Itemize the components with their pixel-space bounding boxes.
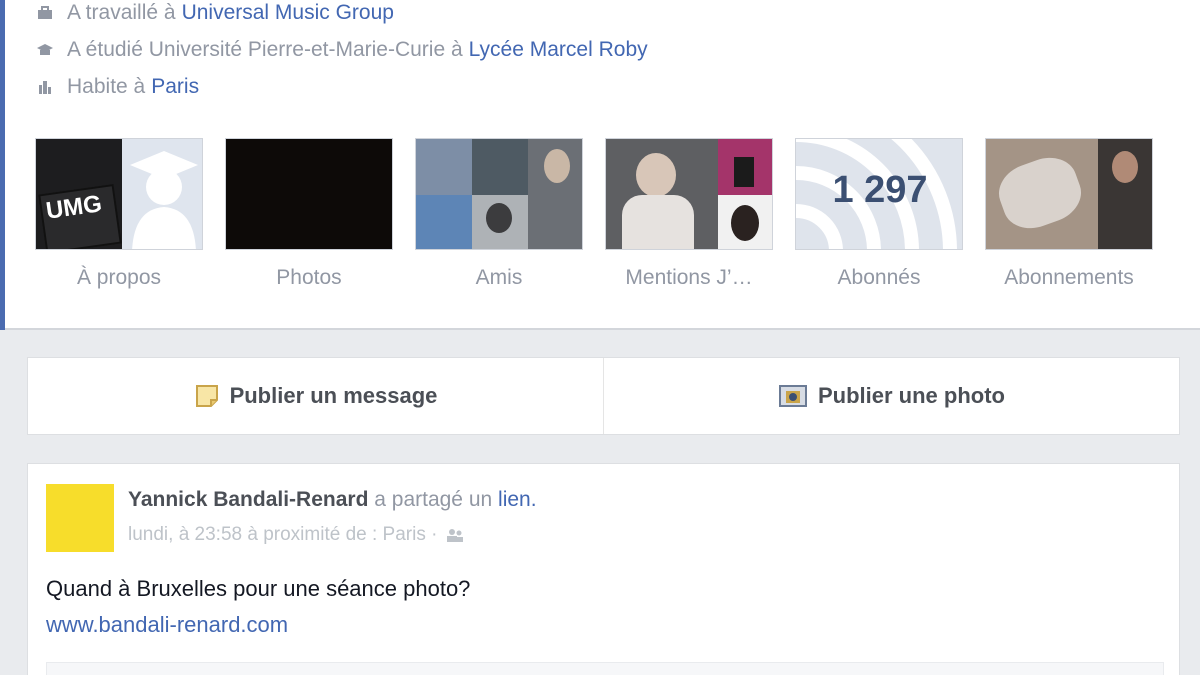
briefcase-icon <box>35 3 55 23</box>
audience-icon[interactable] <box>445 527 465 543</box>
photos-thumbnail <box>225 138 393 250</box>
tile-label: Abonnements <box>1004 266 1134 289</box>
home-icon <box>35 77 55 97</box>
info-location-link[interactable]: Paris <box>151 75 199 99</box>
tile-friends[interactable]: Amis <box>415 138 583 290</box>
feed-post: Yannick Bandali-Renard a partagé un lien… <box>27 463 1180 675</box>
graduation-cap-icon <box>130 151 198 249</box>
following-thumbnail <box>985 138 1153 250</box>
profile-intro-section: A travaillé à Universal Music Group A ét… <box>5 0 1200 330</box>
link-preview[interactable] <box>46 662 1164 675</box>
post-text: Quand à Bruxelles pour une séance photo? <box>46 576 471 601</box>
info-work-link[interactable]: Universal Music Group <box>182 1 394 25</box>
composer-bar: Publier un message Publier une photo <box>27 357 1180 435</box>
post-action: a partagé un <box>374 488 493 511</box>
post-header: Yannick Bandali-Renard a partagé un lien… <box>128 488 537 512</box>
tile-about[interactable]: UMG À propos <box>35 138 203 290</box>
tile-label: À propos <box>76 266 162 289</box>
post-timestamp[interactable]: lundi, à 23:58 à proximité de : Paris · <box>128 524 437 546</box>
info-education-link[interactable]: Lycée Marcel Roby <box>469 38 648 62</box>
graduation-cap-icon <box>35 40 55 60</box>
friends-thumbnail <box>415 138 583 250</box>
info-work-prefix: A travaillé à <box>67 1 176 24</box>
followers-thumbnail: 1 297 <box>795 138 963 250</box>
likes-thumbnail <box>605 138 773 250</box>
tile-label: Abonnés <box>837 266 921 289</box>
tile-label: Mentions J’… <box>625 266 753 289</box>
publish-photo-button[interactable]: Publier une photo <box>603 358 1179 434</box>
info-education: A étudié Université Pierre-et-Marie-Curi… <box>35 35 648 65</box>
about-thumbnail: UMG <box>35 138 203 250</box>
avatar[interactable] <box>46 484 114 552</box>
tile-likes[interactable]: Mentions J’… <box>605 138 773 290</box>
post-url-link[interactable]: www.bandali-renard.com <box>46 612 288 638</box>
note-icon <box>194 383 220 409</box>
publish-message-label: Publier un message <box>229 383 438 408</box>
info-location-prefix: Habite à <box>67 75 146 98</box>
info-education-prefix: A étudié Université Pierre-et-Marie-Curi… <box>67 38 463 61</box>
info-location: Habite à Paris <box>35 72 199 102</box>
tile-following[interactable]: Abonnements <box>985 138 1153 290</box>
tile-photos[interactable]: Photos <box>225 138 393 290</box>
profile-tiles: UMG À propos Photos Amis Mentions J’… 1 … <box>35 138 1175 290</box>
followers-count: 1 297 <box>832 169 928 211</box>
post-author[interactable]: Yannick Bandali-Renard <box>128 488 368 511</box>
info-work: A travaillé à Universal Music Group <box>35 0 394 28</box>
tile-label: Amis <box>475 266 523 289</box>
tile-followers[interactable]: 1 297 Abonnés <box>795 138 963 290</box>
publish-photo-label: Publier une photo <box>818 383 1005 408</box>
tile-label: Photos <box>276 266 342 289</box>
post-link-word[interactable]: lien. <box>498 488 537 511</box>
publish-message-button[interactable]: Publier un message <box>28 358 603 434</box>
camera-icon <box>778 383 808 409</box>
post-meta: lundi, à 23:58 à proximité de : Paris · <box>128 524 465 546</box>
